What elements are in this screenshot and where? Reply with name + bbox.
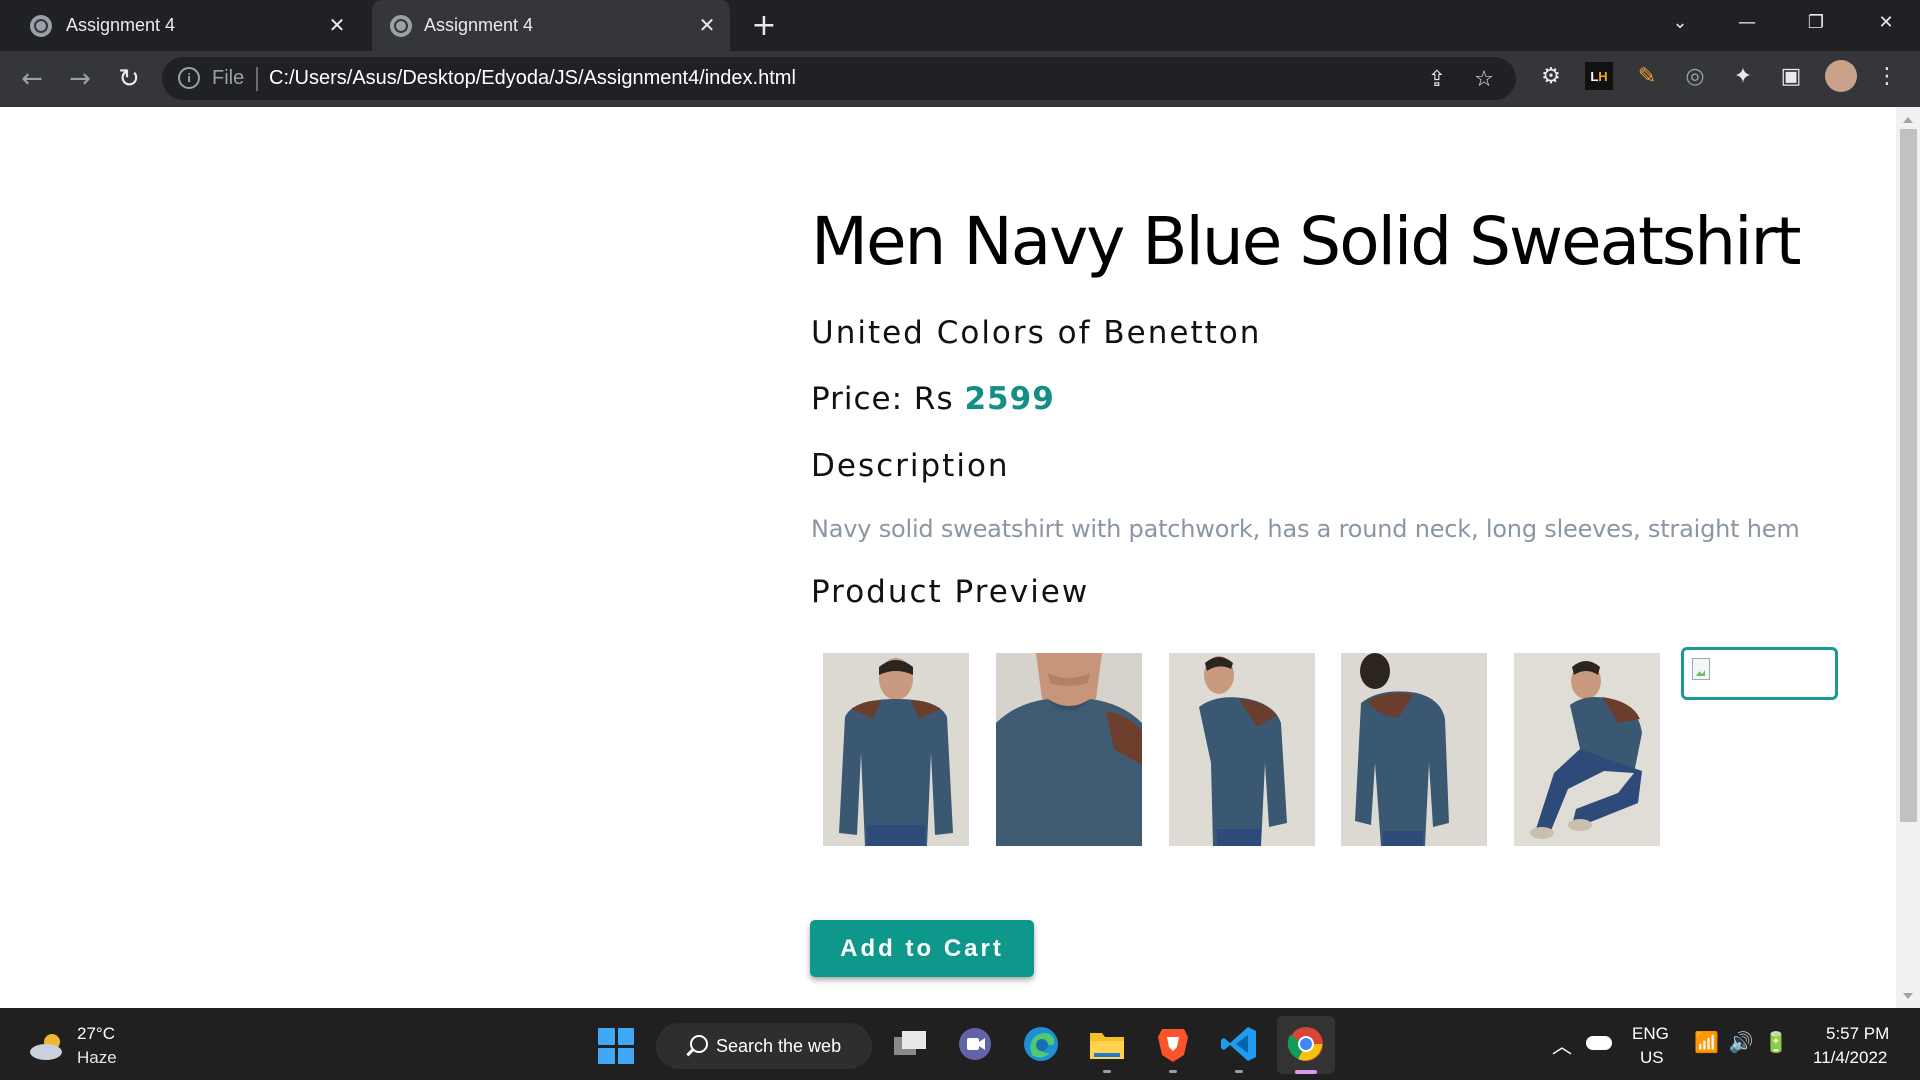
search-icon xyxy=(690,1035,708,1053)
browser-toolbar: ← → ↻ i File C:/Users/Asus/Desktop/Edyod… xyxy=(0,51,1920,107)
weather-condition[interactable]: Haze xyxy=(77,1048,117,1068)
page-viewport: Men Navy Blue Solid Sweatshirt United Co… xyxy=(0,107,1920,1008)
task-view-icon[interactable] xyxy=(890,1024,930,1064)
keyboard-layout-indicator[interactable]: US xyxy=(1640,1048,1664,1068)
preview-thumbnail-back[interactable] xyxy=(1341,653,1487,846)
scroll-up-arrow-icon[interactable] xyxy=(1903,117,1913,123)
profile-avatar[interactable] xyxy=(1825,60,1857,92)
close-tab-icon[interactable]: ✕ xyxy=(322,10,352,40)
tab-title: Assignment 4 xyxy=(424,15,534,35)
tab-search-chevron-icon[interactable]: ⌄ xyxy=(1660,6,1700,38)
description-text: Navy solid sweatshirt with patchwork, ha… xyxy=(811,515,1800,543)
windows-start-icon[interactable] xyxy=(598,1028,634,1064)
edge-browser-icon[interactable] xyxy=(1021,1024,1061,1064)
preview-thumbnail-side[interactable] xyxy=(1169,653,1315,846)
taskbar-search[interactable]: Search the web xyxy=(656,1023,872,1069)
description-heading: Description xyxy=(811,448,1010,484)
wifi-icon[interactable]: 📶 xyxy=(1694,1032,1729,1054)
preview-thumbnail-broken[interactable] xyxy=(1681,647,1838,700)
restore-button[interactable]: ❐ xyxy=(1796,6,1836,38)
close-tab-icon[interactable]: ✕ xyxy=(692,10,722,40)
pen-extension-icon[interactable]: ✎ xyxy=(1633,62,1661,90)
bookmark-star-icon[interactable]: ☆ xyxy=(1471,66,1497,92)
teams-chat-icon[interactable] xyxy=(955,1024,995,1064)
lighthouse-extension-icon[interactable]: LH xyxy=(1585,62,1613,90)
weather-haze-icon[interactable] xyxy=(28,1030,68,1062)
active-indicator xyxy=(1295,1070,1317,1074)
info-icon[interactable]: i xyxy=(178,67,200,89)
tray-overflow-chevron-icon[interactable]: ︿ xyxy=(1552,1030,1572,1059)
address-separator xyxy=(256,67,258,91)
close-window-button[interactable]: ✕ xyxy=(1866,6,1906,38)
address-bar[interactable]: i File C:/Users/Asus/Desktop/Edyoda/JS/A… xyxy=(162,57,1516,100)
product-brand: United Colors of Benetton xyxy=(811,315,1262,351)
price-label: Price: Rs xyxy=(811,381,954,417)
running-indicator xyxy=(1169,1070,1177,1073)
side-panel-icon[interactable]: ▣ xyxy=(1777,62,1805,90)
clock-date[interactable]: 11/4/2022 xyxy=(1813,1048,1887,1068)
kebab-menu-icon[interactable]: ⋮ xyxy=(1873,62,1901,90)
system-tray-icons[interactable]: 📶🔊🔋 xyxy=(1694,1030,1799,1055)
back-button[interactable]: ← xyxy=(16,63,48,95)
reload-button[interactable]: ↻ xyxy=(113,63,145,95)
broken-image-icon xyxy=(1692,658,1710,680)
language-indicator[interactable]: ENG xyxy=(1632,1024,1669,1044)
search-label: Search the web xyxy=(716,1036,842,1056)
taskbar: 27°C Haze Search the web ︿ ENG US 📶🔊🔋 5:… xyxy=(0,1008,1920,1080)
scrollbar-thumb[interactable] xyxy=(1900,129,1917,822)
onedrive-cloud-icon[interactable] xyxy=(1586,1036,1612,1050)
price-value: 2599 xyxy=(964,381,1055,417)
running-indicator xyxy=(1235,1070,1243,1073)
preview-thumbnail-front[interactable] xyxy=(823,653,969,846)
product-price: Price: Rs 2599 xyxy=(811,381,1055,417)
share-icon[interactable]: ⇪ xyxy=(1424,66,1450,92)
puzzle-icon[interactable]: ✦ xyxy=(1729,62,1757,90)
brave-browser-icon[interactable] xyxy=(1153,1024,1193,1064)
add-to-cart-button[interactable]: Add to Cart xyxy=(810,920,1034,977)
preview-heading: Product Preview xyxy=(811,574,1090,610)
screen-reader-extension-icon[interactable]: ◎ xyxy=(1681,62,1709,90)
gear-extension-icon[interactable]: ⚙ xyxy=(1537,62,1565,90)
globe-icon xyxy=(390,15,412,37)
vscode-icon[interactable] xyxy=(1219,1024,1259,1064)
tab-title: Assignment 4 xyxy=(66,15,176,35)
tab-assignment-4-active[interactable]: Assignment 4 ✕ xyxy=(372,0,730,51)
preview-thumbnail-neck[interactable] xyxy=(996,653,1142,846)
product-title: Men Navy Blue Solid Sweatshirt xyxy=(811,203,1801,280)
running-indicator xyxy=(1103,1070,1111,1073)
scroll-down-arrow-icon[interactable] xyxy=(1903,993,1913,999)
globe-icon xyxy=(30,15,52,37)
clock-time[interactable]: 5:57 PM xyxy=(1826,1024,1889,1044)
minimize-button[interactable]: — xyxy=(1727,6,1767,38)
address-url[interactable]: C:/Users/Asus/Desktop/Edyoda/JS/Assignme… xyxy=(269,67,796,90)
volume-icon[interactable]: 🔊 xyxy=(1729,1032,1764,1054)
forward-button[interactable]: → xyxy=(64,63,96,95)
file-explorer-icon[interactable] xyxy=(1087,1024,1127,1064)
address-scheme-label: File xyxy=(212,67,245,89)
preview-thumbnail-seated[interactable] xyxy=(1514,653,1660,846)
new-tab-button[interactable]: + xyxy=(748,8,780,43)
tab-assignment-4-first[interactable]: Assignment 4 ✕ xyxy=(0,0,360,51)
chrome-browser-icon[interactable] xyxy=(1286,1024,1326,1064)
tab-strip: Assignment 4 ✕ Assignment 4 ✕ + ⌄ — ❐ ✕ xyxy=(0,0,1920,51)
weather-temperature[interactable]: 27°C xyxy=(77,1024,115,1044)
page-scrollbar[interactable] xyxy=(1896,107,1920,1008)
battery-icon[interactable]: 🔋 xyxy=(1764,1032,1799,1054)
